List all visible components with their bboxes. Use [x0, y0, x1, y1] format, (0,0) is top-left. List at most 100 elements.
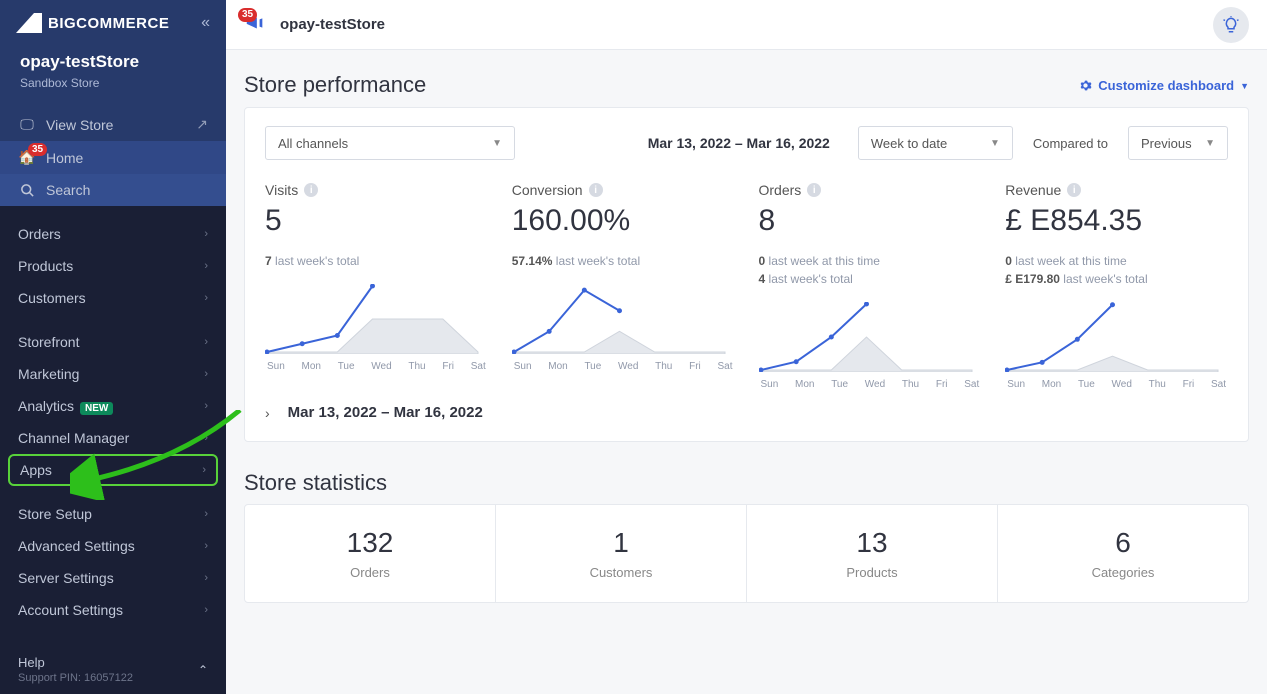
- chevron-right-icon: ›: [204, 292, 208, 304]
- notifications-button[interactable]: 35: [244, 12, 266, 37]
- sparkline-axis: SunMonTueWedThuFriSat: [265, 361, 488, 372]
- sidebar-item-customers[interactable]: Customers ›: [0, 282, 226, 314]
- metric-label: Orders: [759, 182, 802, 198]
- sidebar-item-label: Products: [18, 258, 73, 274]
- metric-orders: Ordersi 8 0 last week at this time4 last…: [759, 182, 982, 390]
- sidebar-item-apps[interactable]: Apps ›: [8, 454, 218, 486]
- metric-value: 5: [265, 204, 488, 238]
- home-badge: 35: [28, 143, 47, 156]
- store-name: opay-testStore: [20, 52, 206, 72]
- new-badge: NEW: [80, 402, 113, 415]
- statistics-panel: 132Orders1Customers13 Products6Categories: [244, 504, 1249, 603]
- stat-categories[interactable]: 6Categories: [998, 505, 1248, 602]
- sidebar-item-advanced-settings[interactable]: Advanced Settings ›: [0, 530, 226, 562]
- info-icon[interactable]: i: [1067, 183, 1081, 197]
- sidebar-item-account-settings[interactable]: Account Settings›: [0, 594, 226, 626]
- performance-panel: All channels ▼ Mar 13, 2022 – Mar 16, 20…: [244, 107, 1249, 442]
- chevron-right-icon: ›: [204, 432, 208, 444]
- lightbulb-icon: [1222, 16, 1240, 34]
- metric-note: 4 last week's total: [759, 270, 982, 288]
- sidebar-item-storefront[interactable]: Storefront›: [0, 326, 226, 358]
- stat-value: 6: [998, 527, 1248, 559]
- metric-visits: Visitsi 5 7 last week's total SunMonTueW…: [265, 182, 488, 390]
- topbar: 35 opay-testStore: [226, 0, 1267, 50]
- collapse-sidebar-icon[interactable]: «: [201, 14, 210, 32]
- sidebar: BIGCOMMERCE « opay-testStore Sandbox Sto…: [0, 0, 226, 694]
- stat-products[interactable]: 13 Products: [747, 505, 998, 602]
- sidebar-home-label: Home: [46, 150, 83, 166]
- sidebar-view-store-label: View Store: [46, 117, 113, 133]
- stat-label: Products: [747, 565, 997, 580]
- sidebar-home[interactable]: 🏠 35 Home: [0, 141, 226, 174]
- stat-label: Customers: [496, 565, 746, 580]
- sparkline-chart: [512, 284, 727, 354]
- sidebar-search[interactable]: Search: [0, 174, 226, 206]
- stat-value: 132: [245, 527, 495, 559]
- store-subtitle: Sandbox Store: [20, 76, 206, 90]
- sidebar-item-channel-manager[interactable]: Channel Manager ›: [0, 422, 226, 454]
- info-icon[interactable]: i: [807, 183, 821, 197]
- chevron-right-icon: ›: [204, 572, 208, 584]
- expand-date-row[interactable]: › Mar 13, 2022 – Mar 16, 2022: [265, 390, 1228, 435]
- metric-value: 160.00%: [512, 204, 735, 238]
- metric-label: Conversion: [512, 182, 583, 198]
- sidebar-item-orders[interactable]: Orders›: [0, 218, 226, 250]
- metric-note: 57.14% last week's total: [512, 252, 735, 270]
- tips-button[interactable]: [1213, 7, 1249, 43]
- metric-label: Revenue: [1005, 182, 1061, 198]
- sidebar-item-label: Store Setup: [18, 506, 92, 522]
- sparkline-axis: SunMonTueWedThuFriSat: [512, 361, 735, 372]
- metric-note: 0 last week at this time: [759, 252, 982, 270]
- chevron-right-icon: ›: [204, 368, 208, 380]
- sidebar-item-products[interactable]: Products ›: [0, 250, 226, 282]
- channels-dropdown[interactable]: All channels ▼: [265, 126, 515, 160]
- chevron-up-icon: ⌃: [198, 663, 208, 677]
- sidebar-view-store[interactable]: 🖵 View Store ↗: [0, 108, 226, 141]
- search-icon: [18, 183, 36, 198]
- sidebar-item-store-setup[interactable]: Store Setup›: [0, 498, 226, 530]
- chevron-right-icon: ›: [204, 260, 208, 272]
- stat-customers[interactable]: 1Customers: [496, 505, 747, 602]
- stat-value: 13: [747, 527, 997, 559]
- store-info: opay-testStore Sandbox Store: [0, 52, 226, 108]
- sidebar-item-label: Advanced Settings: [18, 538, 135, 554]
- metric-value: 8: [759, 204, 982, 238]
- sidebar-item-marketing[interactable]: Marketing›: [0, 358, 226, 390]
- sidebar-item-label: Account Settings: [18, 602, 123, 618]
- sparkline-chart: [265, 284, 480, 354]
- sidebar-item-label: Customers: [18, 290, 86, 306]
- sidebar-item-label: Server Settings: [18, 570, 114, 586]
- period-dropdown[interactable]: Week to date ▼: [858, 126, 1013, 160]
- sparkline-chart: [1005, 302, 1220, 372]
- metric-note: 7 last week's total: [265, 252, 488, 270]
- expand-date-label: Mar 13, 2022 – Mar 16, 2022: [288, 404, 483, 421]
- sparkline-axis: SunMonTueWedThuFriSat: [1005, 379, 1228, 390]
- chevron-right-icon: ›: [265, 405, 270, 421]
- sidebar-item-label: AnalyticsNEW: [18, 398, 113, 414]
- chevron-right-icon: ›: [204, 540, 208, 552]
- info-icon[interactable]: i: [589, 183, 603, 197]
- caret-down-icon: ▼: [1205, 138, 1215, 149]
- sidebar-item-label: Channel Manager: [18, 430, 129, 446]
- gear-icon: [1079, 79, 1092, 92]
- sidebar-item-label: Orders: [18, 226, 61, 242]
- metric-value: £ E854.35: [1005, 204, 1228, 238]
- caret-down-icon: ▼: [492, 138, 502, 149]
- sidebar-search-label: Search: [46, 182, 90, 198]
- chevron-right-icon: ›: [204, 400, 208, 412]
- store-statistics-heading: Store statistics: [244, 470, 1249, 496]
- sidebar-item-label: Storefront: [18, 334, 79, 350]
- customize-dashboard-link[interactable]: Customize dashboard ▼: [1079, 78, 1249, 93]
- sidebar-item-apps-label: Apps: [20, 462, 52, 478]
- support-pin: Support PIN: 16057122: [18, 672, 133, 684]
- sidebar-item-analytics[interactable]: AnalyticsNEW ›: [0, 390, 226, 422]
- sidebar-item-server-settings[interactable]: Server Settings ›: [0, 562, 226, 594]
- sparkline-chart: [759, 302, 974, 372]
- comparison-dropdown[interactable]: Previous ▼: [1128, 126, 1228, 160]
- stat-orders[interactable]: 132Orders: [245, 505, 496, 602]
- metric-note: £ E179.80 last week's total: [1005, 270, 1228, 288]
- logo: BIGCOMMERCE: [16, 13, 169, 33]
- sidebar-footer[interactable]: Help Support PIN: 16057122 ⌃: [0, 647, 226, 694]
- caret-down-icon: ▼: [1240, 81, 1249, 91]
- info-icon[interactable]: i: [304, 183, 318, 197]
